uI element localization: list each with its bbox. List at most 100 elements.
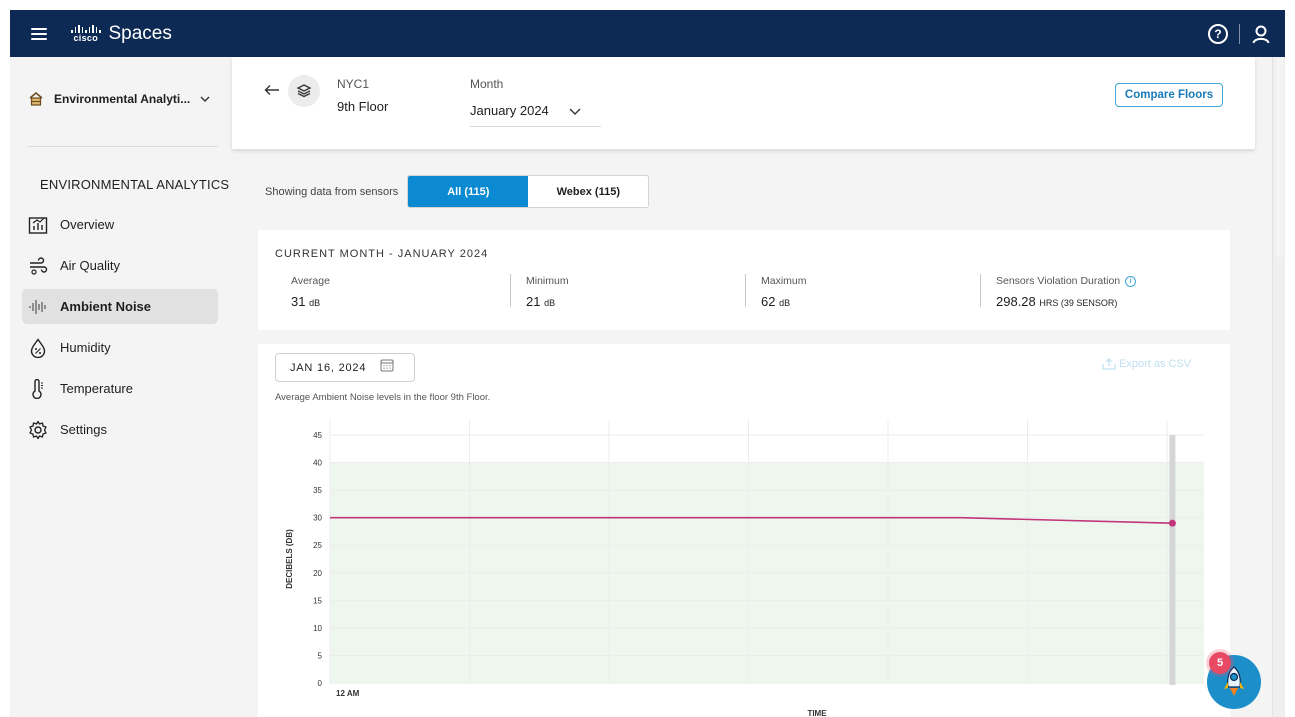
month-label: Month (470, 77, 504, 91)
notification-badge: 5 (1209, 652, 1231, 674)
floor-name: 9th Floor (337, 99, 389, 114)
air-quality-icon (30, 256, 48, 275)
sidebar-item-label: Ambient Noise (60, 299, 152, 314)
y-tick-label: 30 (313, 514, 322, 523)
stat-maximum: Maximum 62 dB (761, 275, 807, 309)
stat-label: Sensors Violation Duration (996, 275, 1121, 287)
stat-unit: HRS (39 SENSOR) (1039, 298, 1118, 308)
sidebar-item-label: Humidity (60, 340, 111, 355)
main-content: NYC1 9th Floor Month January 2024 Compar… (232, 57, 1285, 717)
humidity-drop-icon (30, 337, 46, 358)
stat-unit: dB (779, 298, 791, 308)
user-icon[interactable] (1251, 24, 1271, 44)
stat-divider (980, 274, 981, 307)
overview-chart-icon (28, 216, 48, 234)
chevron-down-icon (200, 93, 210, 105)
stat-value: 21 (526, 294, 541, 309)
sidebar-nav: Overview Air Quality Ambient Noise Humid… (22, 207, 218, 453)
stat-value: 298.28 (996, 294, 1036, 309)
stat-unit: dB (544, 298, 556, 308)
scrollbar[interactable] (1272, 57, 1285, 717)
sidebar-item-label: Air Quality (60, 258, 120, 273)
sidebar-item-temperature[interactable]: Temperature (22, 371, 218, 406)
stat-value: 62 (761, 294, 776, 309)
data-point (1168, 519, 1176, 527)
stat-minimum: Minimum 21 dB (526, 275, 569, 309)
compare-floors-button[interactable]: Compare Floors (1115, 83, 1223, 107)
sidebar-item-humidity[interactable]: Humidity (22, 330, 218, 365)
y-tick-label: 35 (313, 486, 322, 495)
stat-average: Average 31 dB (291, 275, 330, 309)
y-tick-label: 10 (313, 624, 322, 633)
stat-divider (510, 274, 511, 307)
app-frame: cisco Spaces ? Environmental Analyti... (10, 10, 1285, 717)
hover-cursor (1169, 435, 1176, 685)
chevron-down-icon (569, 102, 581, 120)
top-bar: cisco Spaces ? (10, 10, 1285, 57)
y-axis-title: DECIBELS (DB) (285, 529, 294, 589)
gear-icon (29, 420, 47, 439)
scrollbar-thumb[interactable] (1276, 57, 1283, 257)
sidebar-item-label: Temperature (60, 381, 133, 396)
sidebar-item-settings[interactable]: Settings (22, 412, 218, 447)
stat-value: 31 (291, 294, 306, 309)
date-value: JAN 16, 2024 (290, 361, 367, 374)
sidebar-divider (28, 146, 218, 147)
sensor-option-webex[interactable]: Webex (115) (528, 176, 649, 207)
y-tick-label: 25 (313, 541, 322, 550)
info-icon[interactable]: i (1125, 275, 1137, 287)
site-name: NYC1 (337, 77, 370, 91)
x-axis-title: TIME (807, 709, 827, 717)
upload-icon (1102, 358, 1116, 370)
sidebar-item-label: Settings (60, 422, 107, 437)
y-tick-label: 0 (318, 679, 323, 688)
stat-violation: Sensors Violation Duration i 298.28 HRS (… (996, 275, 1137, 309)
chart-description: Average Ambient Noise levels in the floo… (275, 392, 491, 403)
x-tick-label: 12 AM (336, 689, 360, 698)
y-tick-label: 5 (318, 651, 323, 660)
floor-layers-icon (288, 75, 320, 107)
stat-label: Maximum (761, 275, 807, 287)
app-name: Spaces (108, 22, 172, 44)
noise-line-chart: 0 5 10 15 20 25 30 35 40 45 12 AM DECIBELS (DB) TIME (285, 420, 1204, 717)
sensor-filter-label: Showing data from sensors (265, 185, 399, 198)
date-picker[interactable]: JAN 16, 2024 (275, 353, 415, 382)
topbar-divider (1239, 23, 1240, 44)
hamburger-menu-icon[interactable] (31, 27, 47, 40)
sensor-filter: Showing data from sensors All (115) Webe… (265, 175, 650, 208)
month-select[interactable]: January 2024 (470, 95, 601, 127)
stat-unit: dB (309, 298, 321, 308)
back-arrow-icon[interactable] (264, 83, 280, 101)
y-tick-label: 40 (313, 459, 322, 468)
calendar-icon (380, 358, 394, 377)
sidebar-section-title: ENVIRONMENTAL ANALYTICS (40, 177, 230, 192)
sidebar-item-ambient-noise[interactable]: Ambient Noise (22, 289, 218, 324)
stat-label: Average (291, 275, 330, 287)
sensor-option-all[interactable]: All (115) (408, 176, 529, 207)
cisco-logo: cisco (71, 24, 101, 43)
thermometer-icon (32, 378, 43, 399)
sidebar-item-overview[interactable]: Overview (22, 207, 218, 242)
app-selector[interactable]: Environmental Analyti... (28, 91, 210, 107)
export-label: Export as CSV (1119, 358, 1192, 370)
help-circle-icon[interactable]: ? (1208, 23, 1228, 44)
logo-word: cisco (73, 32, 98, 43)
chart-card: JAN 16, 2024 Export as CSV Average Ambie… (258, 344, 1230, 717)
sensor-toggle: All (115) Webex (115) (407, 175, 650, 208)
noise-wave-icon (29, 299, 46, 314)
app-selector-label: Environmental Analyti... (54, 92, 191, 106)
building-icon (29, 92, 43, 106)
y-tick-label: 45 (313, 431, 322, 440)
export-csv-button[interactable]: Export as CSV (1102, 358, 1191, 370)
floor-header: NYC1 9th Floor Month January 2024 Compar… (232, 57, 1255, 149)
sidebar-item-label: Overview (60, 217, 115, 232)
stats-card: CURRENT MONTH - JANUARY 2024 Average 31 … (258, 230, 1230, 330)
sidebar: Environmental Analyti... ENVIRONMENTAL A… (10, 57, 232, 717)
stat-divider (745, 274, 746, 307)
stats-title: CURRENT MONTH - JANUARY 2024 (275, 248, 489, 260)
month-value: January 2024 (470, 103, 549, 118)
y-tick-label: 20 (313, 569, 322, 578)
y-tick-label: 15 (313, 596, 322, 605)
sidebar-item-air-quality[interactable]: Air Quality (22, 248, 218, 283)
stat-label: Minimum (526, 275, 569, 287)
